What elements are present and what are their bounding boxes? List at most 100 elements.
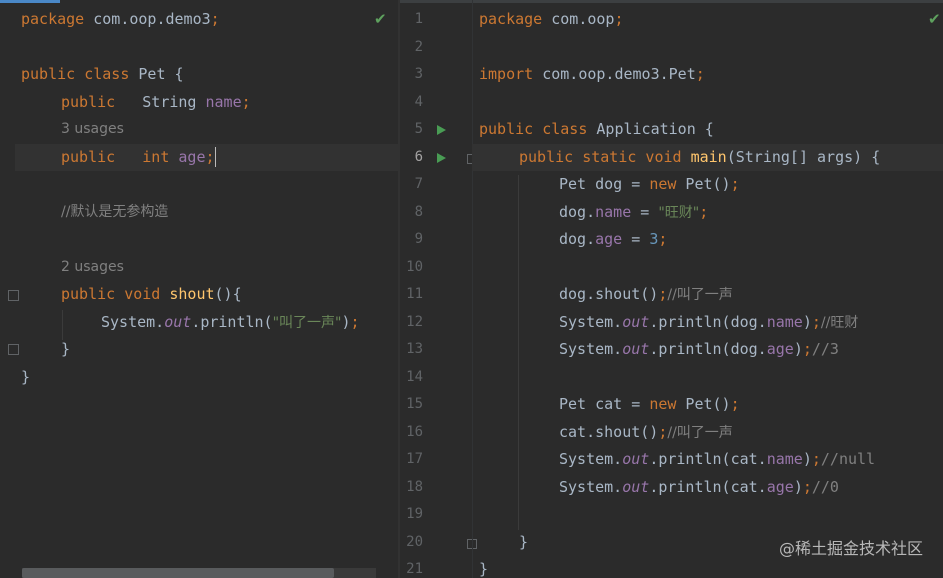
current-line: public static void main(String[] args) {	[472, 143, 943, 171]
code-line: }	[21, 367, 31, 386]
keyword: new	[649, 175, 677, 193]
text-caret	[214, 147, 216, 167]
keyword: new	[649, 395, 677, 413]
gutter-separator	[472, 0, 473, 578]
comment: //叫了一声	[667, 287, 733, 303]
code-text: )	[793, 340, 803, 358]
field-name: name	[766, 312, 803, 331]
line-number: 11	[406, 286, 423, 302]
semicolon: ;	[730, 175, 740, 193]
field-name: name	[766, 450, 803, 468]
line-number: 4	[414, 93, 423, 110]
line-number: 8	[414, 203, 423, 220]
usages-hint[interactable]: 3 usages	[21, 116, 398, 144]
watermark: @稀土掘金技术社区	[778, 539, 923, 558]
left-editor-pane[interactable]: ✔ package com.oop.demo3; public class Pe…	[0, 0, 398, 578]
comment: //3	[811, 340, 839, 358]
line-number: 15	[406, 396, 423, 412]
line-number: 1	[414, 11, 423, 27]
code-text: (){	[214, 285, 242, 303]
field-name: age	[178, 147, 206, 166]
line-number: 16	[406, 423, 423, 440]
code-text: )	[802, 450, 812, 468]
semicolon: ;	[695, 65, 705, 83]
line-number: 20	[406, 533, 423, 550]
code-text: dog.	[559, 230, 596, 248]
comment: //null	[820, 450, 876, 468]
line-number: 10	[406, 258, 423, 275]
static-field: out	[622, 312, 650, 331]
code-text: Pet()	[676, 395, 731, 413]
current-line: public int age;	[15, 143, 398, 171]
code-text: =	[631, 202, 659, 221]
run-icon[interactable]	[437, 152, 446, 163]
fold-start-icon[interactable]	[8, 290, 19, 301]
line-number: 19	[406, 506, 423, 522]
code-line: Pet dog = new Pet();	[479, 171, 943, 199]
code-line: public class Pet {	[21, 61, 398, 89]
static-field: out	[622, 477, 650, 496]
code-text: Pet dog =	[559, 175, 650, 193]
string-literal: "旺财"	[658, 204, 700, 221]
line-number: 6	[414, 148, 423, 165]
code-text: dog.	[559, 202, 596, 221]
comment: //0	[811, 477, 839, 496]
code-line: package com.oop.demo3;	[21, 6, 398, 34]
code-area[interactable]: package com.oop.demo3; public class Pet …	[15, 6, 398, 391]
code-line: }	[61, 340, 71, 358]
field-name: name	[595, 202, 632, 221]
code-text: Application {	[587, 120, 714, 138]
keyword: public static void	[519, 147, 682, 166]
field-name: age	[766, 340, 794, 358]
keyword: import	[479, 65, 534, 83]
keyword: package	[21, 10, 85, 28]
line-number-gutter[interactable]: 1 2 3 4 5 6 7 8 9 10 11 12 13 14 15 16 1…	[400, 6, 477, 578]
static-field: out	[164, 312, 192, 331]
code-text: Pet cat =	[559, 395, 650, 413]
semicolon: ;	[802, 477, 812, 496]
run-icon[interactable]	[437, 125, 446, 135]
fold-end-icon[interactable]	[8, 344, 19, 355]
code-text: dog.shout()	[559, 285, 659, 303]
code-line: public String name;	[21, 89, 398, 117]
comment: //默认是无参构造	[61, 203, 169, 220]
code-text: System.	[559, 450, 623, 468]
line-number: 2	[414, 38, 423, 55]
line-number: 13	[406, 341, 423, 357]
horizontal-scrollbar-thumb[interactable]	[22, 568, 334, 578]
code-text: )	[793, 477, 803, 496]
code-text: =	[622, 230, 650, 248]
keyword: int	[115, 147, 179, 166]
tab-indicator	[400, 0, 943, 3]
semicolon: ;	[241, 92, 251, 111]
line-number: 18	[406, 478, 423, 495]
right-editor-pane[interactable]: ✔ 1 2 3 4 5 6 7 8 9 10 11 12 13 14 15 16…	[400, 0, 943, 578]
semicolon: ;	[811, 450, 821, 468]
code-line: System.out.println(dog.age);//3	[479, 336, 943, 364]
semicolon: ;	[802, 340, 812, 358]
code-line: dog.name = "旺财";	[479, 199, 943, 227]
usages-hint[interactable]: 2 usages	[21, 254, 398, 282]
code-text: cat.shout()	[559, 422, 659, 441]
comment: //旺财	[820, 314, 859, 331]
code-area[interactable]: package com.oop; import com.oop.demo3.Pe…	[472, 6, 943, 578]
semicolon: ;	[811, 312, 821, 331]
keyword: public class	[479, 120, 588, 138]
code-text: .println(cat.	[649, 477, 767, 496]
number-literal: 3	[649, 230, 659, 248]
line-number: 12	[406, 313, 423, 330]
line-number: 14	[406, 368, 423, 385]
code-text: com.oop.demo3	[84, 10, 211, 28]
line-number: 9	[414, 231, 423, 247]
keyword: package	[479, 10, 543, 28]
code-line: System.out.println(cat.age);//0	[479, 474, 943, 502]
code-text: System.	[559, 477, 623, 496]
keyword: public	[61, 92, 116, 111]
semicolon: ;	[658, 230, 668, 248]
